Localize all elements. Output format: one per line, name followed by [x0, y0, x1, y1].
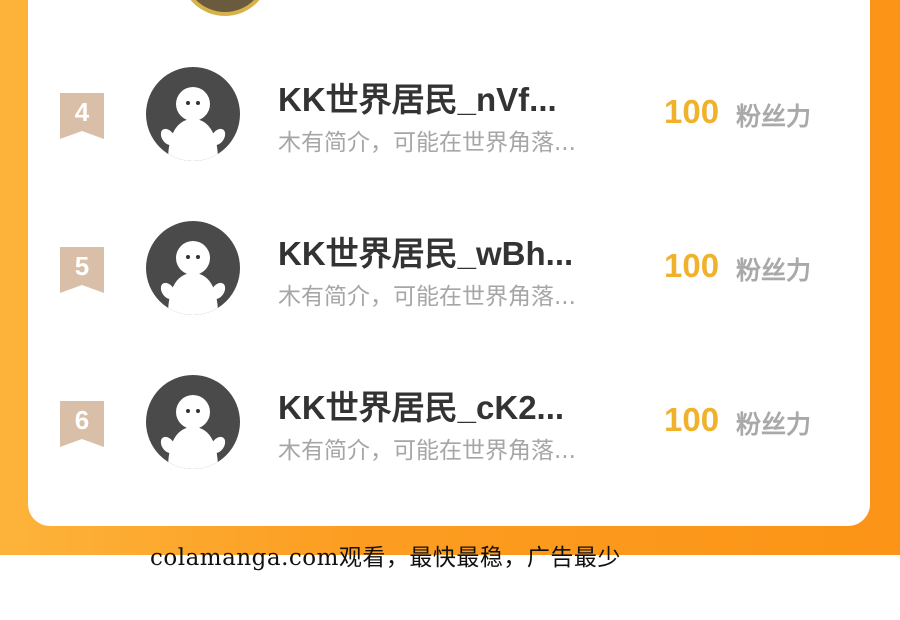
rank-number: 6	[74, 405, 90, 435]
default-avatar-icon[interactable]	[146, 67, 240, 161]
rank-badge: 5	[60, 247, 104, 293]
rank-badge: 6	[60, 401, 104, 447]
default-avatar-icon[interactable]	[146, 375, 240, 469]
ranking-row[interactable]: 6 KK世界居民_cK2... 木有简介，可能在世界角落... 100 粉丝力	[28, 375, 870, 485]
user-bio: 木有简介，可能在世界角落...	[278, 438, 576, 464]
fan-power-label: 粉丝力	[736, 410, 812, 439]
fan-power-value: 100	[664, 247, 720, 284]
rank-number: 5	[74, 251, 90, 281]
username[interactable]: KK世界居民_cK2...	[278, 381, 564, 429]
rank-number: 4	[74, 97, 90, 127]
fan-power-value: 100	[664, 93, 720, 130]
fan-power-label: 粉丝力	[736, 256, 812, 285]
default-avatar-icon[interactable]	[146, 221, 240, 315]
fan-power-value: 100	[664, 401, 720, 438]
ranking-row[interactable]: 4 KK世界居民_nVf... 木有简介，可能在世界角落... 100 粉丝力	[28, 67, 870, 177]
username[interactable]: KK世界居民_nVf...	[278, 73, 557, 121]
user-bio: 木有简介，可能在世界角落...	[278, 130, 576, 156]
ranking-row[interactable]: 5 KK世界居民_wBh... 木有简介，可能在世界角落... 100 粉丝力	[28, 221, 870, 331]
fan-ranking-card: 4 KK世界居民_nVf... 木有简介，可能在世界角落... 100 粉丝力	[28, 0, 870, 526]
user-bio: 木有简介，可能在世界角落...	[278, 284, 576, 310]
fan-power-label: 粉丝力	[736, 102, 812, 131]
username[interactable]: KK世界居民_wBh...	[278, 227, 573, 275]
previous-entry-avatar[interactable]	[180, 0, 270, 16]
watermark-text: colamanga.com观看，最快最稳，广告最少	[150, 545, 621, 571]
rank-badge: 4	[60, 93, 104, 139]
